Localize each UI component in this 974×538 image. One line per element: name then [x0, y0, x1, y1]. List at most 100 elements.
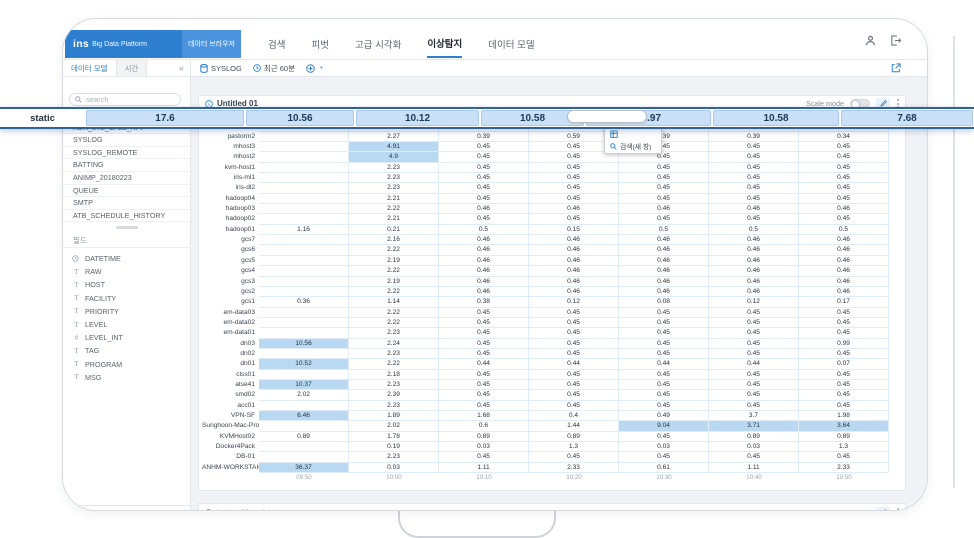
heatmap-cell[interactable]: 0.45: [799, 317, 889, 329]
heatmap-cell[interactable]: 2.02: [349, 421, 439, 432]
sidebar-tab-data-model[interactable]: 데이터 모델: [63, 60, 117, 76]
heatmap-cell[interactable]: 0.45: [529, 369, 619, 380]
heatmap-cell[interactable]: 0.46: [799, 276, 889, 287]
heatmap-cell[interactable]: 0.45: [439, 390, 529, 401]
heatmap-cell[interactable]: 0.46: [439, 276, 529, 287]
heatmap-cell[interactable]: 0.89: [709, 431, 799, 442]
nav-tab-4[interactable]: 이상탐지: [427, 30, 463, 58]
heatmap-cell[interactable]: 2.22: [349, 307, 439, 318]
heatmap-cell[interactable]: 0.89: [259, 431, 349, 442]
heatmap-cell[interactable]: 0.46: [439, 266, 529, 277]
heatmap-cell[interactable]: 3.71: [709, 421, 799, 432]
heatmap-cell[interactable]: 0.03: [349, 462, 439, 474]
heatmap-cell[interactable]: 2.33: [529, 462, 619, 474]
heatmap-cell[interactable]: 0.45: [529, 338, 619, 349]
model-item[interactable]: BATTING: [63, 159, 190, 172]
heatmap-cell[interactable]: 0.46: [619, 276, 709, 287]
heatmap-cell[interactable]: 0.45: [529, 183, 619, 194]
heatmap-cell[interactable]: 0.45: [709, 193, 799, 205]
heatmap-cell[interactable]: 0.03: [619, 442, 709, 453]
heatmap-cell[interactable]: 0.39: [709, 131, 799, 143]
heatmap-cell[interactable]: [259, 442, 349, 453]
heatmap-cell[interactable]: [259, 400, 349, 411]
heatmap-cell[interactable]: 0.45: [709, 152, 799, 163]
heatmap-cell[interactable]: 0.45: [799, 328, 889, 339]
heatmap-cell[interactable]: 0.17: [799, 297, 889, 308]
heatmap-cell[interactable]: 9.04: [619, 421, 709, 432]
heatmap-cell[interactable]: 0.45: [439, 328, 529, 339]
heatmap-cell[interactable]: 0.46: [439, 255, 529, 267]
heatmap-cell[interactable]: 0.45: [529, 348, 619, 360]
heatmap-cell[interactable]: 0.45: [619, 173, 709, 184]
context-menu-item-search-new-window[interactable]: 검색(새 창): [605, 140, 661, 152]
add-tab-icon[interactable]: [306, 63, 315, 73]
heatmap-cell[interactable]: 0.45: [529, 328, 619, 339]
heatmap-cell[interactable]: 0.45: [799, 390, 889, 401]
nav-tab-2[interactable]: 피벗: [311, 30, 328, 58]
heatmap-cell[interactable]: 0.46: [709, 204, 799, 215]
heatmap-cell[interactable]: 0.46: [439, 245, 529, 256]
heatmap-cell[interactable]: 0.45: [799, 379, 889, 391]
heatmap-cell[interactable]: 0.46: [529, 235, 619, 246]
heatmap-cell[interactable]: [259, 183, 349, 194]
heatmap-cell[interactable]: 10.52: [259, 359, 349, 370]
heatmap-cell[interactable]: 0.46: [799, 245, 889, 256]
heatmap-cell[interactable]: 0.45: [709, 142, 799, 153]
heatmap-cell[interactable]: [259, 307, 349, 318]
heatmap-cell[interactable]: 0.5: [439, 224, 529, 236]
heatmap-cell[interactable]: [259, 131, 349, 143]
heatmap-cell[interactable]: 1.44: [529, 421, 619, 432]
heatmap-cell[interactable]: 0.45: [709, 307, 799, 318]
heatmap-cell[interactable]: 0.45: [439, 193, 529, 205]
heatmap-cell[interactable]: 0.45: [709, 183, 799, 194]
sidebar-collapse-icon[interactable]: «: [173, 60, 190, 76]
heatmap-cell[interactable]: 2.22: [349, 359, 439, 370]
heatmap-cell[interactable]: 1.98: [799, 410, 889, 422]
heatmap-cell[interactable]: 0.45: [439, 379, 529, 391]
heatmap-cell[interactable]: 0.4: [529, 410, 619, 422]
heatmap-cell[interactable]: 0.44: [439, 359, 529, 370]
heatmap-cell[interactable]: 0.45: [619, 338, 709, 349]
heatmap-cell[interactable]: 3.64: [799, 421, 889, 432]
heatmap-cell[interactable]: 0.45: [709, 173, 799, 184]
field-item[interactable]: T RAW: [63, 265, 190, 278]
heatmap-cell[interactable]: 0.46: [529, 286, 619, 298]
model-item[interactable]: SYSLOG: [63, 134, 190, 147]
field-item[interactable]: T FACILITY: [63, 292, 190, 305]
heatmap-cell[interactable]: 0.21: [349, 224, 439, 236]
heatmap-cell[interactable]: 0.38: [439, 297, 529, 308]
heatmap-cell[interactable]: 0.46: [799, 266, 889, 277]
heatmap-cell[interactable]: 2.22: [349, 245, 439, 256]
heatmap-cell[interactable]: 0.45: [619, 317, 709, 329]
heatmap-cell[interactable]: 0.99: [799, 338, 889, 349]
heatmap-cell[interactable]: 0.45: [529, 390, 619, 401]
heatmap-cell[interactable]: 0.45: [709, 390, 799, 401]
heatmap-cell[interactable]: 0.07: [799, 359, 889, 370]
heatmap-cell[interactable]: 0.03: [709, 442, 799, 453]
heatmap-cell[interactable]: 36.37: [259, 462, 349, 474]
heatmap-cell[interactable]: 2.22: [349, 266, 439, 277]
model-item[interactable]: ANIMP_20180223: [63, 172, 190, 185]
field-item[interactable]: # LEVEL_INT: [63, 331, 190, 344]
heatmap-cell[interactable]: 0.45: [799, 400, 889, 411]
heatmap-cell[interactable]: 0.89: [799, 431, 889, 442]
heatmap-cell[interactable]: 0.45: [709, 162, 799, 174]
heatmap-cell[interactable]: [259, 328, 349, 339]
heatmap-cell[interactable]: 0.44: [709, 359, 799, 370]
heatmap-cell[interactable]: 0.45: [799, 214, 889, 225]
heatmap-cell[interactable]: 4.91: [349, 142, 439, 153]
heatmap-cell[interactable]: [259, 452, 349, 463]
heatmap-cell[interactable]: 0.46: [619, 286, 709, 298]
field-item[interactable]: T MSG: [63, 371, 190, 384]
heatmap-cell[interactable]: 0.45: [799, 193, 889, 205]
heatmap-cell[interactable]: [259, 235, 349, 246]
heatmap-cell[interactable]: 2.23: [349, 452, 439, 463]
heatmap-cell[interactable]: 0.46: [619, 266, 709, 277]
heatmap-cell[interactable]: 2.19: [349, 276, 439, 287]
heatmap-cell[interactable]: 0.45: [439, 452, 529, 463]
heatmap-cell[interactable]: 0.89: [439, 431, 529, 442]
heatmap-cell[interactable]: 2.22: [349, 204, 439, 215]
heatmap-cell[interactable]: [259, 193, 349, 205]
heatmap-cell[interactable]: 0.61: [619, 462, 709, 474]
heatmap-cell[interactable]: 0.46: [709, 266, 799, 277]
